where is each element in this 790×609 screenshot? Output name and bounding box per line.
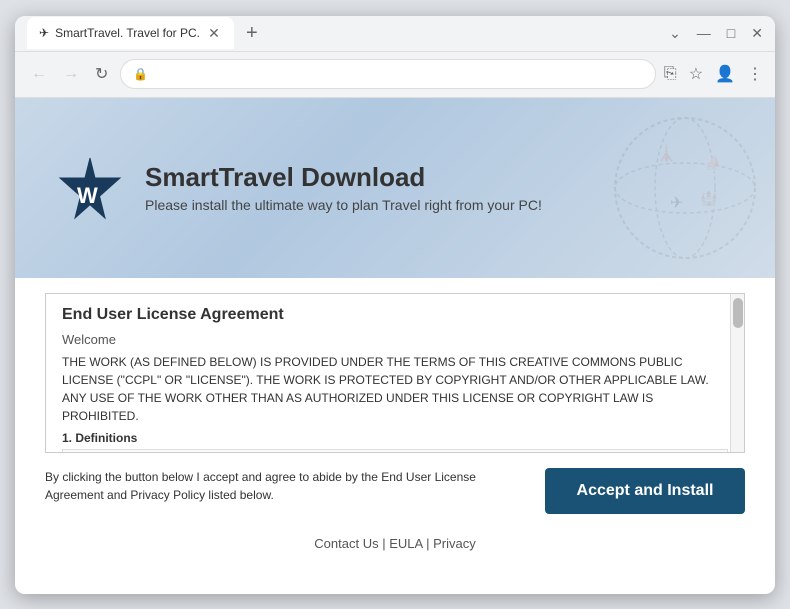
new-tab-button[interactable]: +	[246, 22, 258, 45]
svg-text:🗼: 🗼	[655, 141, 677, 162]
menu-icon[interactable]: ⋮	[747, 64, 763, 84]
forward-button[interactable]: →	[59, 61, 83, 87]
accept-text: By clicking the button below I accept an…	[45, 468, 495, 504]
title-bar: ✈ SmartTravel. Travel for PC. ✕ + ⌄ — □ …	[15, 16, 775, 52]
page-footer: Contact Us | EULA | Privacy	[15, 524, 775, 563]
share-icon[interactable]: ⎘	[664, 65, 677, 83]
hero-section: 🗼 ⛵ ✈ 🏰 W SmartTravel Download Please in…	[15, 98, 775, 278]
browser-window: ✈ SmartTravel. Travel for PC. ✕ + ⌄ — □ …	[15, 16, 775, 594]
refresh-button[interactable]: ↻	[91, 60, 112, 88]
scroll-thumb[interactable]	[733, 298, 743, 328]
url-bar[interactable]: 🔒	[120, 59, 656, 89]
eula-body-text: THE WORK (AS DEFINED BELOW) IS PROVIDED …	[62, 353, 728, 425]
eula-excerpt: "Adaptation" means a work based upon the…	[62, 449, 728, 452]
tab-close-button[interactable]: ✕	[206, 25, 222, 41]
address-actions: ⎘ ☆ 👤 ⋮	[664, 64, 763, 84]
chevron-down-icon: ⌄	[669, 25, 681, 42]
scrollbar[interactable]	[730, 294, 744, 452]
eula-section-header: 1. Definitions	[62, 431, 728, 445]
eula-container: End User License Agreement Welcome THE W…	[45, 293, 745, 453]
svg-text:✈: ✈	[670, 195, 683, 212]
user-icon[interactable]: 👤	[715, 64, 735, 84]
maximize-button[interactable]: □	[727, 25, 735, 41]
svg-text:⛵: ⛵	[705, 155, 722, 172]
lock-icon: 🔒	[133, 67, 148, 81]
active-tab[interactable]: ✈ SmartTravel. Travel for PC. ✕	[27, 17, 234, 49]
hero-decoration: 🗼 ⛵ ✈ 🏰	[475, 98, 775, 278]
logo-area: W SmartTravel Download Please install th…	[55, 153, 542, 223]
tab-favicon: ✈	[39, 26, 49, 40]
footer-contact-link[interactable]: Contact Us	[314, 536, 378, 551]
brand-logo: W	[55, 153, 125, 223]
minimize-button[interactable]: —	[697, 25, 711, 41]
close-button[interactable]: ✕	[751, 25, 763, 42]
eula-title: End User License Agreement	[62, 306, 728, 324]
address-bar: ← → ↻ 🔒 ⎘ ☆ 👤 ⋮	[15, 52, 775, 98]
svg-text:W: W	[77, 183, 98, 208]
svg-text:🏰: 🏰	[700, 190, 718, 207]
window-controls: ⌄ — □ ✕	[669, 25, 763, 42]
footer-eula-link[interactable]: EULA	[389, 536, 422, 551]
eula-scroll-area[interactable]: End User License Agreement Welcome THE W…	[46, 294, 744, 452]
tab-title: SmartTravel. Travel for PC.	[55, 26, 200, 40]
bookmark-icon[interactable]: ☆	[689, 64, 703, 84]
page-content: 🗼 ⛵ ✈ 🏰 W SmartTravel Download Please in…	[15, 98, 775, 594]
accept-area: By clicking the button below I accept an…	[45, 468, 745, 514]
eula-welcome: Welcome	[62, 332, 728, 347]
back-button[interactable]: ←	[27, 61, 51, 87]
footer-privacy-link[interactable]: Privacy	[433, 536, 476, 551]
accept-install-button[interactable]: Accept and Install	[545, 468, 745, 514]
eula-box: End User License Agreement Welcome THE W…	[45, 293, 745, 453]
